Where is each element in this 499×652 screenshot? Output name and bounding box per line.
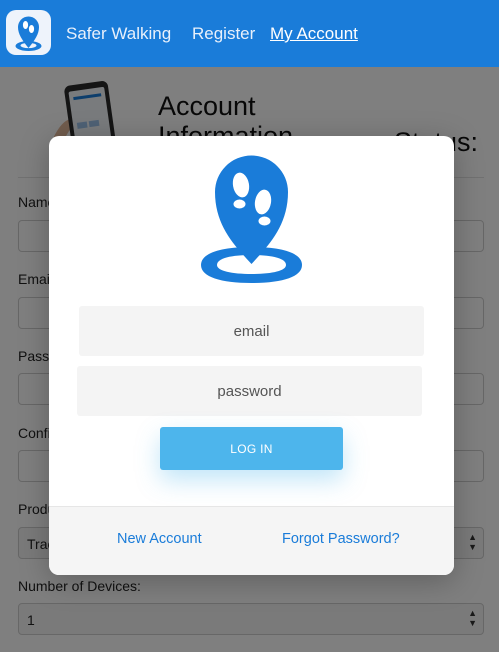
nav-my-account-link[interactable]: My Account	[270, 24, 358, 44]
nav-brand-link[interactable]: Safer Walking	[66, 24, 171, 44]
footprints-location-pin-icon	[201, 155, 302, 283]
forgot-password-link[interactable]: Forgot Password?	[282, 531, 400, 547]
nav-register-link[interactable]: Register	[192, 24, 255, 44]
app-logo-icon[interactable]	[6, 10, 51, 55]
modal-footer: New Account Forgot Password?	[49, 506, 454, 575]
new-account-link[interactable]: New Account	[117, 531, 202, 547]
top-navbar: Safer Walking Register My Account	[0, 0, 499, 67]
log-in-button[interactable]: LOG IN	[160, 427, 343, 470]
email-input[interactable]	[79, 306, 424, 356]
login-modal: LOG IN New Account Forgot Password?	[49, 136, 454, 575]
password-input[interactable]	[77, 366, 422, 416]
